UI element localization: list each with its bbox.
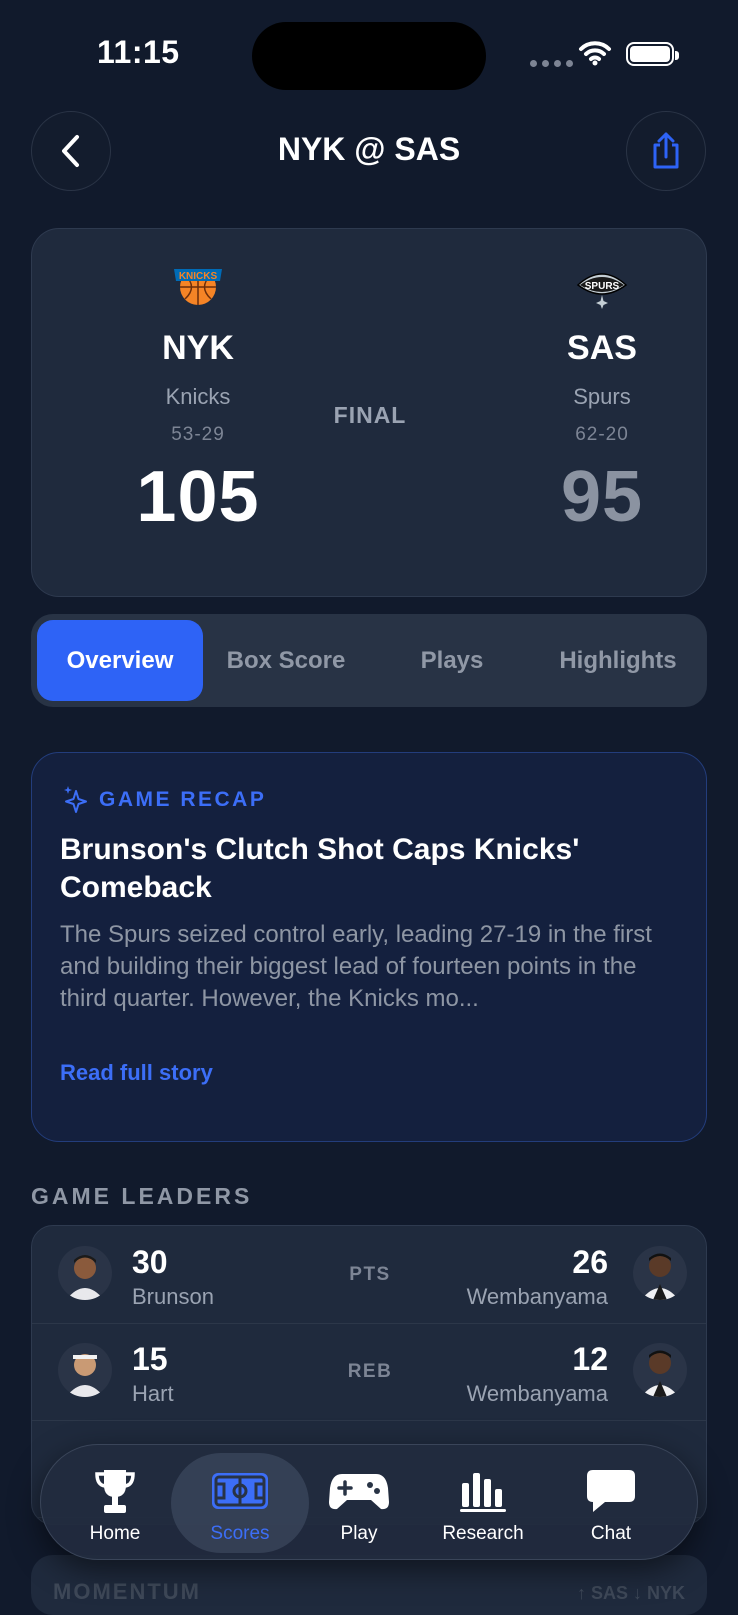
tab-bar-item-research[interactable]: Research bbox=[417, 1445, 549, 1559]
tab-bar-label: Scores bbox=[210, 1523, 270, 1544]
knicks-logo: KNICKS bbox=[174, 269, 222, 305]
recap-kicker-label: GAME RECAP bbox=[99, 788, 267, 811]
leader-value: 12 bbox=[572, 1341, 608, 1377]
cellular-signal-icon bbox=[530, 60, 573, 67]
team-home[interactable]: SPURS SAS Spurs 62-20 95 bbox=[502, 229, 702, 538]
recap-body: The Spurs seized control early, leading … bbox=[60, 921, 652, 1012]
tab-plays[interactable]: Plays bbox=[369, 620, 535, 701]
leader-player-name: Wembanyama bbox=[466, 1381, 608, 1406]
leader-row[interactable]: 15 Hart REB 12 Wembanyama bbox=[32, 1323, 706, 1421]
tab-bar-label: Play bbox=[340, 1523, 378, 1544]
bottom-tab-bar: Home Scores Play Research Chat bbox=[40, 1444, 698, 1560]
team-score: 105 bbox=[136, 457, 260, 537]
tab-bar-item-home[interactable]: Home bbox=[49, 1445, 181, 1559]
leader-value: 26 bbox=[572, 1244, 608, 1280]
leader-player-name: Wembanyama bbox=[466, 1284, 608, 1309]
sparkle-icon bbox=[64, 786, 87, 813]
game-recap-card[interactable]: GAME RECAP Brunson's Clutch Shot Caps Kn… bbox=[31, 752, 707, 1142]
tab-bar-label: Chat bbox=[590, 1523, 632, 1544]
tab-bar-item-chat[interactable]: Chat bbox=[545, 1445, 677, 1559]
status-time: 11:15 bbox=[97, 34, 180, 70]
recap-kicker: GAME RECAP bbox=[63, 785, 266, 815]
tab-bar-label: Research bbox=[442, 1523, 524, 1544]
team-score: 95 bbox=[560, 457, 644, 537]
player-avatar-wembanyama bbox=[633, 1246, 687, 1300]
tab-box-score[interactable]: Box Score bbox=[203, 620, 369, 701]
segmented-tabs: Overview Box Score Plays Highlights bbox=[31, 614, 707, 707]
wifi-icon bbox=[579, 41, 611, 66]
court-icon bbox=[212, 1473, 268, 1509]
momentum-card: MOMENTUM ↑ SAS ↓ NYK bbox=[31, 1555, 707, 1615]
leader-player-name: Brunson bbox=[132, 1284, 214, 1309]
tab-overview[interactable]: Overview bbox=[37, 620, 203, 701]
dynamic-island bbox=[252, 22, 486, 90]
leader-row[interactable]: 30 Brunson PTS 26 Wembanyama bbox=[32, 1226, 706, 1324]
team-abbr: SAS bbox=[567, 329, 637, 367]
recap-headline: Brunson's Clutch Shot Caps Knicks' Comeb… bbox=[60, 833, 580, 904]
battery-icon bbox=[626, 42, 679, 66]
tab-bar-item-play[interactable]: Play bbox=[293, 1445, 425, 1559]
chat-bubble-icon bbox=[587, 1470, 635, 1512]
leader-player-name: Hart bbox=[132, 1381, 174, 1406]
player-avatar-wembanyama bbox=[633, 1343, 687, 1397]
share-icon bbox=[653, 132, 679, 169]
score-card: KNICKS NYK Knicks 53-29 105 FINAL SPURS … bbox=[31, 228, 707, 597]
team-abbr: NYK bbox=[162, 329, 234, 367]
tab-bar-item-scores[interactable]: Scores bbox=[171, 1453, 309, 1553]
team-away[interactable]: KNICKS NYK Knicks 53-29 105 bbox=[98, 229, 298, 538]
section-title-game-leaders: GAME LEADERS bbox=[31, 1183, 253, 1209]
bar-chart-icon bbox=[460, 1473, 506, 1512]
share-button[interactable] bbox=[626, 111, 706, 191]
gamepad-icon bbox=[329, 1474, 389, 1510]
team-name: Spurs bbox=[573, 384, 631, 409]
team-record: 62-20 bbox=[575, 424, 629, 445]
momentum-legend: ↑ SAS ↓ NYK bbox=[576, 1583, 685, 1603]
trophy-icon bbox=[95, 1470, 135, 1513]
momentum-title: MOMENTUM bbox=[53, 1579, 201, 1604]
spurs-logo: SPURS bbox=[576, 273, 628, 309]
tab-highlights[interactable]: Highlights bbox=[535, 620, 701, 701]
tab-bar-label: Home bbox=[89, 1523, 141, 1544]
svg-text:KNICKS: KNICKS bbox=[179, 271, 218, 282]
svg-text:SPURS: SPURS bbox=[585, 281, 620, 292]
read-full-story-link[interactable]: Read full story bbox=[60, 1060, 213, 1086]
